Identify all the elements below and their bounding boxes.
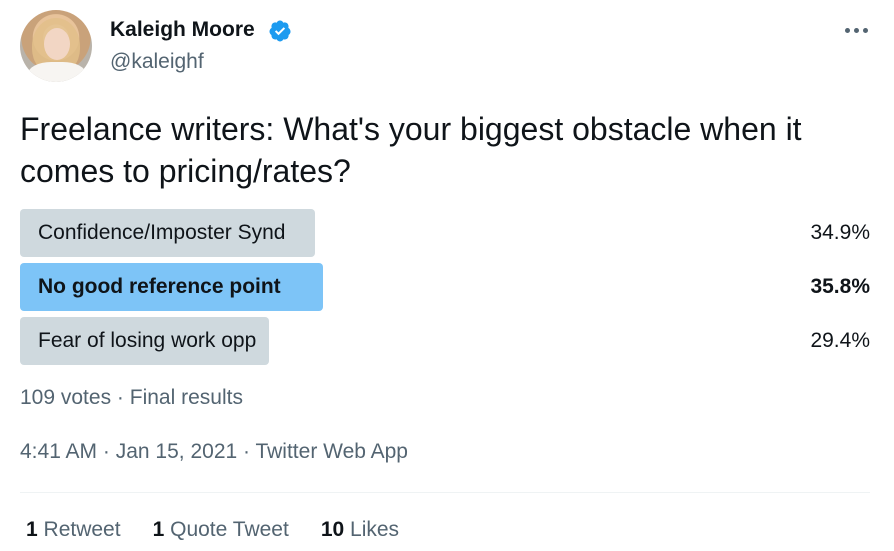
tweet-timestamp: 4:41 AM · Jan 15, 2021 · Twitter Web App bbox=[20, 440, 408, 464]
likes-label: Likes bbox=[350, 518, 400, 541]
engagement-stats: 1 Retweet 1 Quote Tweet 10 Likes bbox=[26, 518, 399, 542]
poll-option-label: Confidence/Imposter Synd bbox=[38, 221, 286, 244]
poll-option: No good reference point 35.8% bbox=[20, 263, 870, 311]
quote-tweets-link[interactable]: 1 Quote Tweet bbox=[153, 518, 289, 542]
quotes-count: 1 bbox=[152, 518, 165, 541]
quotes-label: Quote Tweet bbox=[170, 518, 289, 541]
poll-option: Confidence/Imposter Synd 34.9% bbox=[20, 209, 870, 257]
retweets-count: 1 bbox=[26, 518, 38, 541]
poll-votes: 109 votes bbox=[20, 386, 112, 409]
tweet-time[interactable]: 4:41 AM bbox=[20, 440, 97, 463]
tweet-date[interactable]: Jan 15, 2021 bbox=[116, 440, 237, 463]
avatar-shirt bbox=[28, 62, 86, 82]
poll-option-percent: 34.9% bbox=[810, 221, 870, 244]
author-avatar[interactable] bbox=[20, 10, 92, 82]
timestamp-separator: · bbox=[237, 440, 256, 463]
retweets-label: Retweet bbox=[43, 518, 121, 541]
more-options-icon[interactable] bbox=[838, 16, 874, 44]
poll-meta-separator: · bbox=[111, 386, 130, 409]
timestamp-separator: · bbox=[97, 440, 116, 463]
divider bbox=[20, 492, 870, 493]
tweet-source[interactable]: Twitter Web App bbox=[255, 440, 408, 463]
verified-badge-icon bbox=[269, 20, 291, 42]
likes-count: 10 bbox=[320, 518, 345, 541]
poll-option-label: No good reference point bbox=[38, 275, 281, 298]
poll-option: Fear of losing work opp 29.4% bbox=[20, 317, 870, 365]
author-handle[interactable]: @kaleighf bbox=[110, 50, 204, 74]
likes-link[interactable]: 10 Likes bbox=[321, 518, 399, 542]
avatar-face bbox=[44, 28, 70, 60]
poll-option-label: Fear of losing work opp bbox=[38, 329, 257, 352]
poll-meta: 109 votes · Final results bbox=[20, 386, 243, 410]
tweet-text: Freelance writers: What's your biggest o… bbox=[20, 111, 802, 189]
poll-status: Final results bbox=[129, 386, 243, 409]
retweets-link[interactable]: 1 Retweet bbox=[26, 518, 121, 542]
poll-option-percent: 29.4% bbox=[810, 329, 870, 352]
author-name[interactable]: Kaleigh Moore bbox=[110, 18, 255, 42]
poll-option-percent: 35.8% bbox=[810, 275, 870, 298]
